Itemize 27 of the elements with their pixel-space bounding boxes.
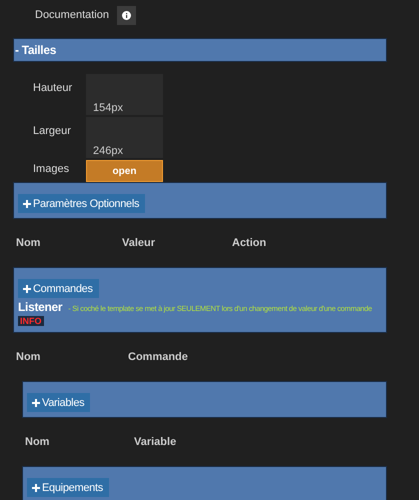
field-label: Largeur (32, 124, 72, 139)
plus-icon (23, 200, 31, 208)
column-header: Nom (16, 351, 42, 363)
column-header: Variable (134, 436, 178, 448)
section-header[interactable]: - Tailles (13, 38, 387, 62)
input-field[interactable]: 246px (86, 117, 163, 160)
column-header: Nom (16, 237, 42, 249)
plus-icon (32, 484, 40, 492)
plus-icon (32, 398, 40, 406)
open-button[interactable]: open (86, 160, 163, 182)
add-button[interactable]: Equipements (27, 478, 109, 497)
field-label: Hauteur (32, 81, 74, 96)
info-label: INFO (18, 316, 44, 326)
add-button[interactable]: Commandes (18, 279, 99, 298)
add-button[interactable]: Variables (27, 393, 90, 412)
column-header: Valeur (122, 237, 156, 249)
info-icon (122, 10, 131, 20)
documentation-label: Documentation (35, 9, 110, 21)
info-button[interactable] (117, 6, 136, 24)
input-field[interactable]: 154px (86, 74, 163, 117)
listener-label: Listener (18, 300, 62, 314)
add-button[interactable]: Paramètres Optionnels (18, 194, 146, 213)
column-header: Commande (128, 351, 189, 363)
field-label: Images (32, 162, 70, 177)
plus-icon (23, 284, 31, 292)
column-header: Action (232, 237, 268, 249)
column-header: Nom (25, 436, 50, 448)
